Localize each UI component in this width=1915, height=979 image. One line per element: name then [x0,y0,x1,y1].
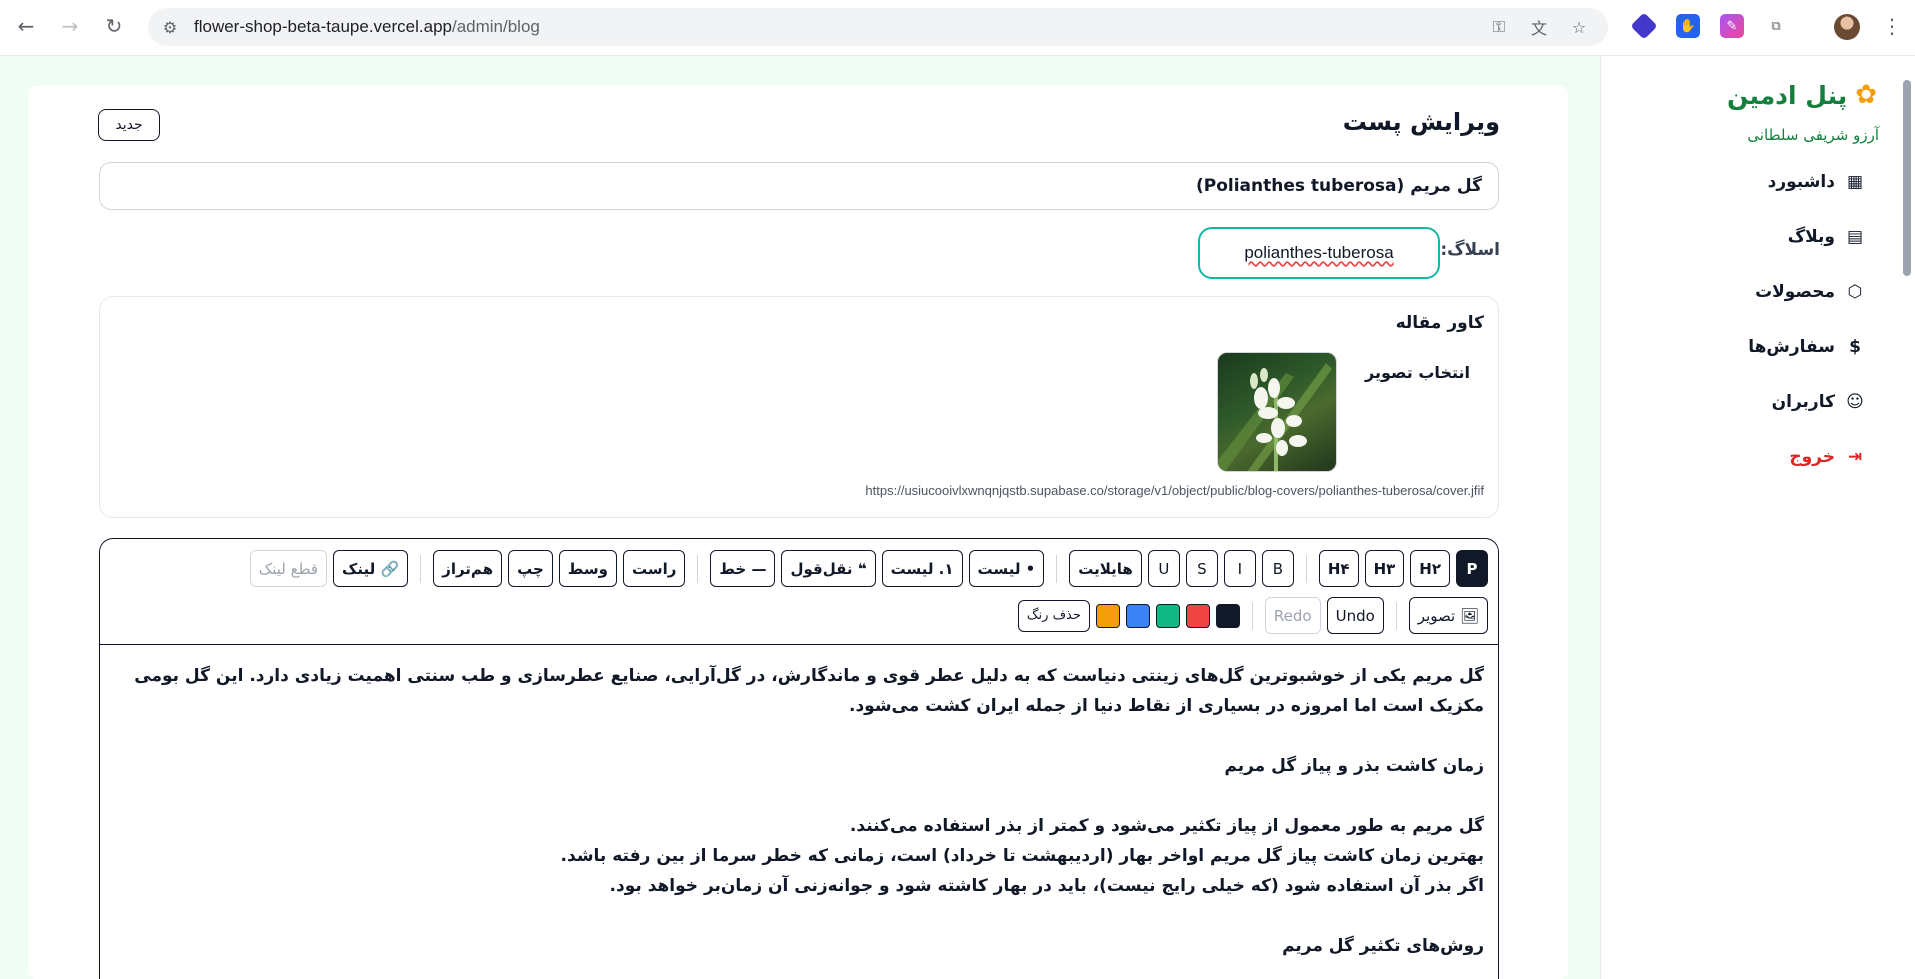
heading3-button[interactable]: H۳ [1364,550,1405,587]
page-scrollbar[interactable] [1903,80,1911,276]
color-swatch-orange[interactable] [1095,603,1120,628]
strikethrough-button[interactable]: S [1185,550,1218,587]
sidebar-item-label: داشبورد [1767,172,1835,192]
extension-pen-icon[interactable]: ✎ [1720,14,1744,38]
reload-icon[interactable]: ↻ [100,12,128,40]
horizontal-rule-button[interactable]: — خط [710,550,776,587]
cover-url-text: https://usiucooivlxwnqnjqstb.supabase.co… [865,483,1484,498]
profile-avatar[interactable] [1834,14,1860,40]
editor-content[interactable]: گل مریم یکی از خوشبوترین گل‌های زینتی دن… [114,661,1484,961]
link-button[interactable]: 🔗 لینک [333,550,409,587]
toolbar-divider [1305,554,1307,583]
brand: ✿ پنل ادمین [1727,80,1877,110]
toolbar-divider [1056,554,1058,583]
redo-button[interactable]: Redo [1264,597,1321,634]
highlight-button[interactable]: هایلایت [1069,550,1142,587]
sidebar-item-logout[interactable]: ⇥ خروج [1789,447,1865,467]
content-paragraph: گل مریم یکی از خوشبوترین گل‌های زینتی دن… [134,666,1484,716]
choose-image-button[interactable]: انتخاب تصویر [1365,363,1470,382]
address-bar[interactable]: ⚙ flower-shop-beta-taupe.vercel.app/admi… [148,8,1608,46]
toolbar-divider [1395,601,1397,630]
toolbar-divider [1251,601,1253,630]
ordered-list-button[interactable]: ۱. لیست [881,550,963,587]
slug-label: اسلاگ: [1440,240,1500,260]
admin-sidebar: ✿ پنل ادمین آرزو شریفی سلطانی ▦ داشبورد … [1600,56,1915,979]
toolbar-divider [697,554,699,583]
content-heading: زمان کاشت بذر و پیاز گل مریم [1224,756,1484,776]
receipt-icon: $ [1849,337,1861,357]
insert-image-button[interactable]: 🖼 تصویر [1408,597,1488,634]
color-swatch-black[interactable] [1215,603,1240,628]
cover-section: کاور مقاله انتخاب تصویر https://usiucooi… [99,296,1499,518]
post-title-input[interactable]: گل مریم (Polianthes tuberosa) [99,162,1499,210]
sidebar-item-dashboard[interactable]: ▦ داشبورد [1768,172,1865,192]
browser-toolbar: ← → ↻ ⚙ flower-shop-beta-taupe.vercel.ap… [0,0,1915,56]
align-left-button[interactable]: چپ [508,550,553,587]
bookmark-star-icon[interactable]: ☆ [1566,15,1592,39]
back-icon[interactable]: ← [12,12,40,40]
sidebar-item-label: خروج [1789,447,1835,467]
underline-button[interactable]: U [1147,550,1180,587]
translate-icon[interactable]: 文 [1526,15,1552,39]
sidebar-item-blog[interactable]: ▤ وبلاگ [1788,227,1865,247]
content-heading: روش‌های تکثیر گل مریم [1282,936,1484,956]
sidebar-item-label: سفارش‌ها [1748,337,1835,357]
toolbar-divider [420,554,422,583]
blockquote-button[interactable]: ❝ نقل‌قول [781,550,876,587]
brand-title: پنل ادمین [1727,80,1848,110]
password-key-icon[interactable]: ⚿ [1486,15,1512,39]
logout-icon: ⇥ [1847,447,1863,467]
blog-icon: ▤ [1846,227,1864,247]
unlink-button[interactable]: قطع لینک [249,550,328,587]
color-swatch-red[interactable] [1185,603,1210,628]
content-line: بهترین زمان کاشت پیاز گل مریم اواخر بهار… [560,846,1484,866]
toolbar-row-formatting: P H۲ H۳ H۴ B I S U هایلایت • لیست ۱. لیس… [249,550,1488,587]
slug-input[interactable]: polianthes-tuberosa [1198,227,1440,279]
toolbar-row-insert: 🖼 تصویر Undo Redo حذف رنگ [1017,597,1488,634]
align-right-button[interactable]: راست [622,550,686,587]
url-text: flower-shop-beta-taupe.vercel.app/admin/… [194,17,540,36]
rich-text-editor[interactable]: P H۲ H۳ H۴ B I S U هایلایت • لیست ۱. لیس… [99,538,1499,979]
dashboard-icon: ▦ [1846,172,1864,192]
extension-diamond-icon[interactable] [1630,12,1658,40]
color-swatch-green[interactable] [1155,603,1180,628]
cover-title: کاور مقاله [1395,313,1484,333]
content-line: اگر بذر آن استفاده شود (که خیلی رایج نیس… [609,876,1484,896]
post-editor-card: ویرایش پست جدید گل مریم (Polianthes tube… [28,86,1568,979]
user-icon: ☺ [1846,392,1864,412]
content-line: گل مریم به طور معمول از پیاز تکثیر می‌شو… [849,816,1484,836]
undo-button[interactable]: Undo [1326,597,1384,634]
align-justify-button[interactable]: هم‌تراز [433,550,503,587]
sidebar-item-products[interactable]: ⬡ محصولات [1755,282,1865,302]
box-icon: ⬡ [1847,282,1863,302]
menu-kebab-icon[interactable]: ⋮ [1882,14,1902,42]
remove-color-button[interactable]: حذف رنگ [1017,599,1090,632]
page-title: ویرایش پست [1342,108,1500,136]
sidebar-item-orders[interactable]: $ سفارش‌ها [1748,337,1865,357]
editor-toolbar: P H۲ H۳ H۴ B I S U هایلایت • لیست ۱. لیس… [100,539,1498,645]
extension-hand-icon[interactable]: ✋ [1676,14,1700,38]
color-swatch-blue[interactable] [1125,603,1150,628]
paragraph-button[interactable]: P [1456,550,1488,587]
cover-thumbnail-image [1217,352,1337,472]
sidebar-item-label: محصولات [1755,282,1835,302]
new-post-button[interactable]: جدید [98,109,160,141]
admin-user-name: آرزو شریفی سلطانی [1747,126,1879,144]
heading4-button[interactable]: H۴ [1318,550,1359,587]
site-info-icon[interactable]: ⚙ [158,15,182,39]
sidebar-item-users[interactable]: ☺ کاربران [1772,392,1865,412]
align-center-button[interactable]: وسط [558,550,617,587]
bold-button[interactable]: B [1261,550,1294,587]
forward-icon[interactable]: → [56,12,84,40]
bullet-list-button[interactable]: • لیست [968,550,1045,587]
extensions-puzzle-icon[interactable]: ⧉ [1764,14,1788,38]
flower-logo-icon: ✿ [1855,80,1877,110]
sidebar-item-label: کاربران [1771,392,1835,412]
italic-button[interactable]: I [1223,550,1256,587]
heading2-button[interactable]: H۲ [1410,550,1450,587]
sidebar-item-label: وبلاگ [1787,227,1835,247]
